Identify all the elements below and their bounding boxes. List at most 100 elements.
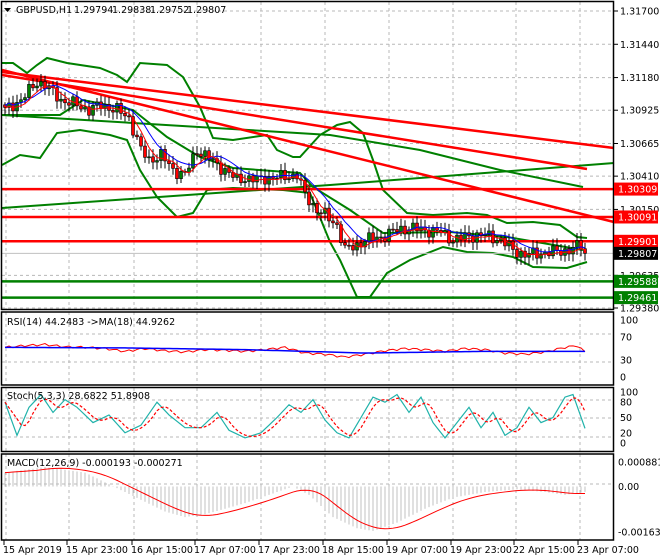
bollinger-upper bbox=[2, 56, 588, 239]
bearish-candle bbox=[171, 163, 175, 169]
bearish-candle bbox=[319, 212, 323, 215]
bearish-candle bbox=[31, 84, 35, 89]
current-price-tag-label: 1.29807 bbox=[618, 249, 657, 260]
time-axis-label: 22 Apr 15:00 bbox=[513, 545, 575, 556]
rsi-title: RSI(14) 44.2483 ->MA(18) 44.9262 bbox=[7, 317, 175, 328]
price-axis-label: 1.29380 bbox=[620, 304, 659, 315]
bearish-candle bbox=[251, 175, 255, 183]
time-axis-label: 16 Apr 15:00 bbox=[131, 545, 193, 556]
bearish-candle bbox=[447, 230, 451, 244]
bearish-candle bbox=[119, 103, 123, 114]
price-level-tag-label: 1.29901 bbox=[618, 237, 657, 248]
price-axis[interactable]: 1.31700 1.31440 1.31180 1.30925 1.30665 1.304… bbox=[614, 7, 659, 315]
bearish-candle bbox=[175, 168, 179, 179]
rsi-axis-label: 100 bbox=[620, 316, 638, 327]
bearish-candle bbox=[139, 136, 143, 147]
bearish-candle bbox=[395, 229, 399, 233]
bearish-candle bbox=[67, 102, 71, 106]
rsi-panel[interactable]: RSI(14) 44.2483 ->MA(18) 44.9262 bbox=[4, 317, 586, 359]
price-level-tag-label: 1.30091 bbox=[618, 212, 657, 223]
time-axis-label: 15 Apr 2019 bbox=[3, 545, 62, 556]
bullish-candle bbox=[115, 103, 119, 113]
bullish-candle bbox=[431, 227, 435, 238]
bullish-candle bbox=[23, 97, 27, 101]
bullish-candle bbox=[399, 225, 403, 233]
bearish-candle bbox=[391, 228, 395, 231]
bullish-candle bbox=[291, 173, 295, 179]
time-axis-label: 19 Apr 23:00 bbox=[450, 545, 512, 556]
bullish-candle bbox=[191, 153, 195, 169]
bearish-candle bbox=[143, 145, 147, 158]
bearish-candle bbox=[307, 191, 311, 206]
price-axis-label: 1.31700 bbox=[620, 7, 659, 18]
bearish-candle bbox=[403, 225, 407, 235]
bearish-candle bbox=[79, 105, 83, 110]
price-level-tag-label: 1.29461 bbox=[618, 293, 657, 304]
rsi-ma-line bbox=[4, 346, 586, 354]
bullish-candle bbox=[279, 170, 283, 179]
trading-chart[interactable]: GBPUSD,H1 1.29794 1.29838 1.29752 1.2980… bbox=[0, 0, 660, 560]
bullish-candle bbox=[91, 104, 95, 116]
bullish-candle bbox=[147, 156, 151, 159]
time-axis-label: 18 Apr 15:00 bbox=[322, 545, 384, 556]
bearish-candle bbox=[315, 203, 319, 214]
bearish-candle bbox=[111, 110, 115, 113]
bullish-candle bbox=[571, 246, 575, 255]
chart-header: GBPUSD,H1 1.29794 1.29838 1.29752 1.2980… bbox=[4, 5, 226, 16]
price-panel[interactable]: GBPUSD,H1 1.29794 1.29838 1.29752 1.2980… bbox=[1, 5, 615, 299]
macd-title: MACD(12,26,9) -0.000193 -0.000271 bbox=[7, 458, 183, 469]
rsi-axis-label: 30 bbox=[620, 355, 632, 366]
price-axis-label: 1.30665 bbox=[620, 139, 659, 150]
open-price: 1.29794 bbox=[74, 5, 113, 16]
bullish-candle bbox=[155, 160, 159, 163]
bullish-candle bbox=[35, 85, 39, 89]
bearish-candle bbox=[327, 207, 331, 222]
bearish-candle bbox=[167, 160, 171, 164]
bullish-candle bbox=[179, 170, 183, 179]
bearish-candle bbox=[503, 237, 507, 247]
stochastic-axis-label: 50 bbox=[620, 413, 632, 424]
bullish-candle bbox=[203, 150, 207, 157]
horizontal-levels bbox=[2, 187, 614, 299]
bearish-candle bbox=[347, 244, 351, 247]
time-axis-label: 23 Apr 07:00 bbox=[577, 545, 639, 556]
macd-panel[interactable]: MACD(12,26,9) -0.000193 -0.000271 bbox=[4, 458, 586, 531]
bullish-candle bbox=[575, 240, 579, 248]
price-axis-label: 1.30925 bbox=[620, 106, 659, 117]
bearish-candle bbox=[99, 101, 103, 109]
stochastic-title: Stoch(5,3,3) 28.6822 51.8908 bbox=[7, 391, 150, 402]
bullish-candle bbox=[455, 234, 459, 243]
bearish-candle bbox=[123, 113, 127, 117]
bearish-candle bbox=[515, 249, 519, 258]
price-axis-label: 1.31180 bbox=[620, 73, 659, 84]
bearish-candle bbox=[359, 242, 363, 248]
bullish-candle bbox=[223, 168, 227, 175]
bullish-candle bbox=[243, 181, 247, 184]
bearish-candle bbox=[75, 96, 79, 107]
bullish-candle bbox=[59, 98, 63, 102]
time-axis-label: 15 Apr 23:00 bbox=[66, 545, 128, 556]
stochastic-signal-line bbox=[4, 397, 586, 438]
low-price: 1.29752 bbox=[150, 5, 189, 16]
symbol-label: GBPUSD,H1 bbox=[16, 5, 72, 16]
time-axis-label: 17 Apr 23:00 bbox=[258, 545, 320, 556]
time-axis[interactable]: 15 Apr 2019 15 Apr 23:00 16 Apr 15:00 17 Ap… bbox=[3, 540, 639, 556]
price-axis-label: 1.30410 bbox=[620, 172, 659, 183]
macd-axis-label: 0.00 bbox=[618, 482, 639, 493]
bearish-candle bbox=[219, 162, 223, 175]
trendline-2[interactable] bbox=[1, 73, 588, 171]
macd-axis-label: 0.000881 bbox=[618, 458, 660, 469]
bullish-candle bbox=[287, 178, 291, 181]
stochastic-axis-label: 80 bbox=[620, 398, 632, 409]
bearish-candle bbox=[135, 134, 139, 138]
bullish-candle bbox=[211, 158, 215, 161]
price-level-tags: 1.30309 1.30091 1.29901 1.29588 1.29461 1.298… bbox=[614, 182, 658, 305]
bearish-candle bbox=[335, 222, 339, 225]
bullish-candle bbox=[451, 241, 455, 244]
price-panel-frame bbox=[0, 0, 615, 311]
stochastic-panel[interactable]: Stoch(5,3,3) 28.6822 51.8908 bbox=[4, 391, 586, 439]
close-price: 1.29807 bbox=[187, 5, 226, 16]
bullish-candle bbox=[519, 250, 523, 258]
rsi-axis-label: 70 bbox=[620, 333, 632, 344]
bullish-candle bbox=[367, 232, 371, 242]
